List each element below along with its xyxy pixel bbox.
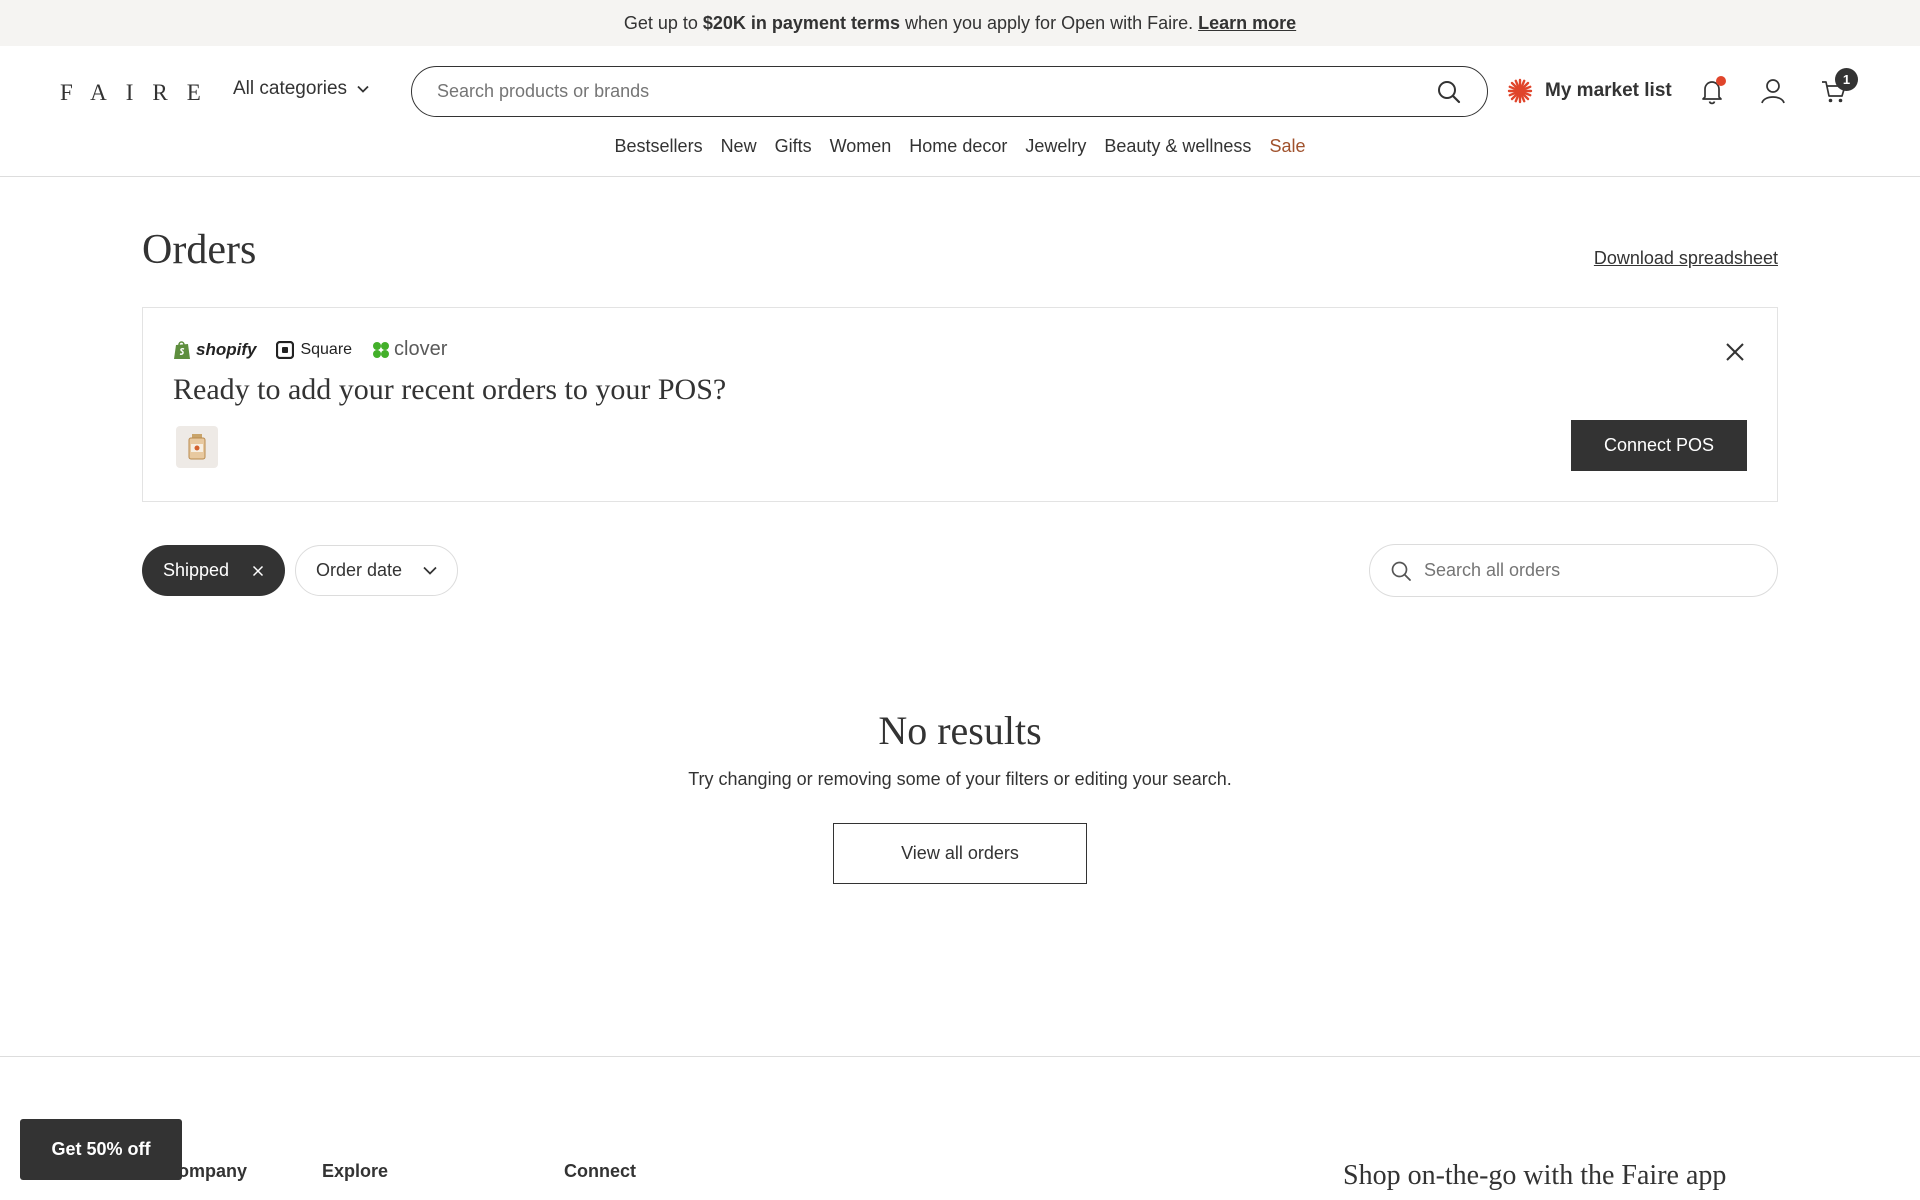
shipped-filter-label: Shipped — [163, 560, 230, 580]
empty-state-message: Try changing or removing some of your fi… — [688, 769, 1232, 789]
category-nav: Bestsellers New Gifts Women Home decor J… — [0, 136, 1920, 157]
pos-question: Ready to add your recent orders to your … — [173, 373, 727, 406]
product-thumbnail — [176, 426, 218, 468]
pos-banner: shopify Square clover Ready to add your … — [142, 307, 1778, 502]
promo-prefix: Get up to — [623, 12, 698, 33]
search-icon[interactable] — [1436, 79, 1462, 105]
promo-highlight: $20K in payment terms — [702, 12, 900, 33]
search-orders-input[interactable] — [1424, 560, 1757, 581]
nav-women[interactable]: Women — [830, 136, 892, 157]
order-date-label: Order date — [316, 560, 403, 580]
learn-more-link[interactable]: Learn more — [1198, 13, 1296, 34]
chevron-down-icon — [423, 566, 437, 575]
square-logo: Square — [276, 340, 353, 359]
shipped-filter-chip[interactable]: Shipped — [142, 545, 285, 596]
empty-state-title: No results — [878, 708, 1042, 753]
remove-filter-icon[interactable] — [252, 565, 264, 577]
download-spreadsheet-link[interactable]: Download spreadsheet — [1594, 248, 1778, 269]
shopify-logo: shopify — [173, 340, 256, 360]
promo-suffix: when you apply for Open with Faire. — [904, 12, 1194, 33]
my-market-list-label: My market list — [1545, 80, 1672, 101]
nav-home-decor[interactable]: Home decor — [909, 136, 1007, 157]
clover-logo: clover — [372, 338, 447, 361]
chevron-down-icon — [357, 85, 369, 93]
footer-connect-heading: Connect — [564, 1161, 636, 1182]
footer-divider — [0, 1056, 1920, 1057]
nav-jewelry[interactable]: Jewelry — [1025, 136, 1086, 157]
footer-connect-title: Connect — [564, 1161, 636, 1181]
square-mark-icon — [276, 340, 295, 359]
nav-new[interactable]: New — [721, 136, 757, 157]
order-date-filter[interactable]: Order date — [295, 545, 458, 596]
shopify-text: shopify — [196, 339, 257, 359]
all-categories-dropdown[interactable]: All categories — [233, 78, 369, 100]
nav-bestsellers[interactable]: Bestsellers — [615, 136, 703, 157]
promo-banner: Get up to $20K in payment terms when you… — [0, 0, 1920, 46]
nav-sale[interactable]: Sale — [1269, 136, 1305, 157]
get-50-off-button[interactable]: Get 50% off — [20, 1119, 182, 1180]
faire-logo[interactable]: FAIRE — [60, 80, 220, 106]
square-text: Square — [300, 340, 353, 358]
search-icon — [1391, 561, 1411, 581]
nav-gifts[interactable]: Gifts — [775, 136, 812, 157]
product-search-input[interactable] — [437, 81, 1436, 102]
account-icon[interactable] — [1758, 76, 1788, 106]
product-search-bar[interactable] — [411, 66, 1488, 117]
clover-text: clover — [394, 338, 448, 360]
page-title: Orders — [142, 227, 257, 273]
search-orders-field[interactable] — [1369, 544, 1778, 597]
footer-app-promo: Shop on-the-go with the Faire app — [1343, 1160, 1727, 1191]
pos-logos: shopify Square clover — [173, 338, 447, 361]
nav-beauty-wellness[interactable]: Beauty & wellness — [1104, 136, 1251, 157]
clover-leaf-icon — [373, 341, 390, 358]
footer-explore-heading: Explore — [322, 1161, 388, 1182]
connect-pos-button[interactable]: Connect POS — [1571, 420, 1747, 471]
close-icon[interactable] — [1723, 340, 1747, 364]
market-burst-icon — [1507, 78, 1533, 104]
all-categories-label: All categories — [233, 78, 348, 99]
notification-dot — [1716, 76, 1726, 86]
view-all-orders-button[interactable]: View all orders — [833, 823, 1087, 884]
my-market-list-button[interactable]: My market list — [1507, 78, 1672, 104]
product-jar-icon — [188, 434, 206, 460]
cart-count-badge: 1 — [1835, 68, 1858, 91]
header-divider — [0, 176, 1920, 177]
footer-explore-title: Explore — [322, 1161, 389, 1181]
shopify-bag-icon — [174, 340, 190, 359]
